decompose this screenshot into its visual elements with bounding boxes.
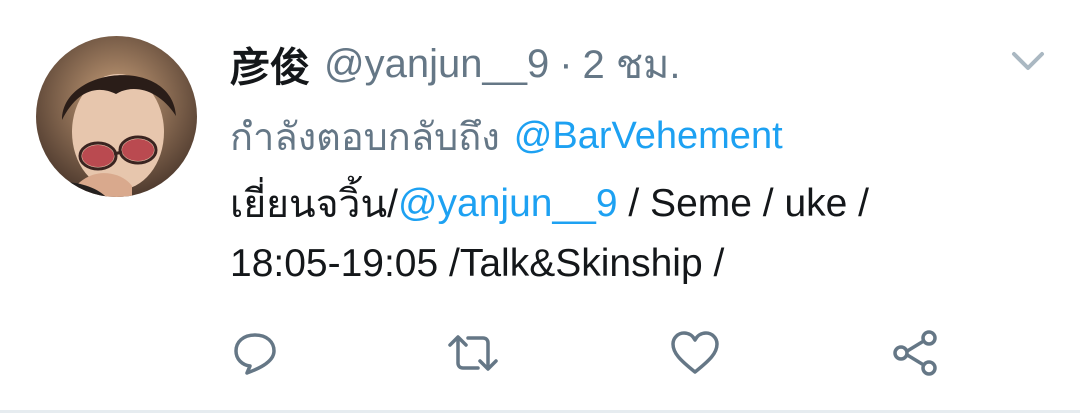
tweet-header: 彦俊 @yanjun__9 · 2 ชม. bbox=[230, 36, 681, 92]
share-icon bbox=[890, 328, 940, 378]
chevron-down-icon[interactable] bbox=[1008, 44, 1048, 78]
heart-icon bbox=[670, 330, 720, 376]
meta-separator: · bbox=[559, 41, 573, 86]
tweet-text-segment: / Seme / uke / bbox=[617, 182, 869, 225]
user-handle[interactable]: @yanjun__9 bbox=[324, 42, 549, 87]
tweet-timestamp[interactable]: 2 ชม. bbox=[583, 32, 681, 96]
tweet-card[interactable]: 彦俊 @yanjun__9 · 2 ชม. กำลังตอบกลับถึง @B… bbox=[0, 0, 1080, 413]
avatar[interactable] bbox=[36, 36, 197, 197]
display-name[interactable]: 彦俊 bbox=[230, 35, 310, 93]
reply-icon bbox=[231, 329, 279, 377]
replying-to: กำลังตอบกลับถึง @BarVehement bbox=[230, 108, 783, 164]
reply-to-mention-link[interactable]: @BarVehement bbox=[514, 115, 783, 158]
tweet-text-segment: เยี่ยนจวิ้น/ bbox=[230, 183, 398, 226]
tweet-text-line-1: เยี่ยนจวิ้น/ @yanjun__9 / Seme / uke / bbox=[230, 176, 869, 232]
share-button[interactable] bbox=[888, 326, 942, 380]
mention-link[interactable]: @yanjun__9 bbox=[398, 182, 618, 226]
retweet-icon bbox=[446, 329, 500, 377]
replying-to-label: กำลังตอบกลับถึง bbox=[230, 116, 500, 159]
retweet-button[interactable] bbox=[446, 326, 500, 380]
reply-button[interactable] bbox=[228, 326, 282, 380]
tweet-text-segment: 18:05-19:05 /Talk&Skinship / bbox=[230, 242, 725, 285]
tweet-text-line-2: 18:05-19:05 /Talk&Skinship / bbox=[230, 236, 724, 292]
like-button[interactable] bbox=[668, 326, 722, 380]
